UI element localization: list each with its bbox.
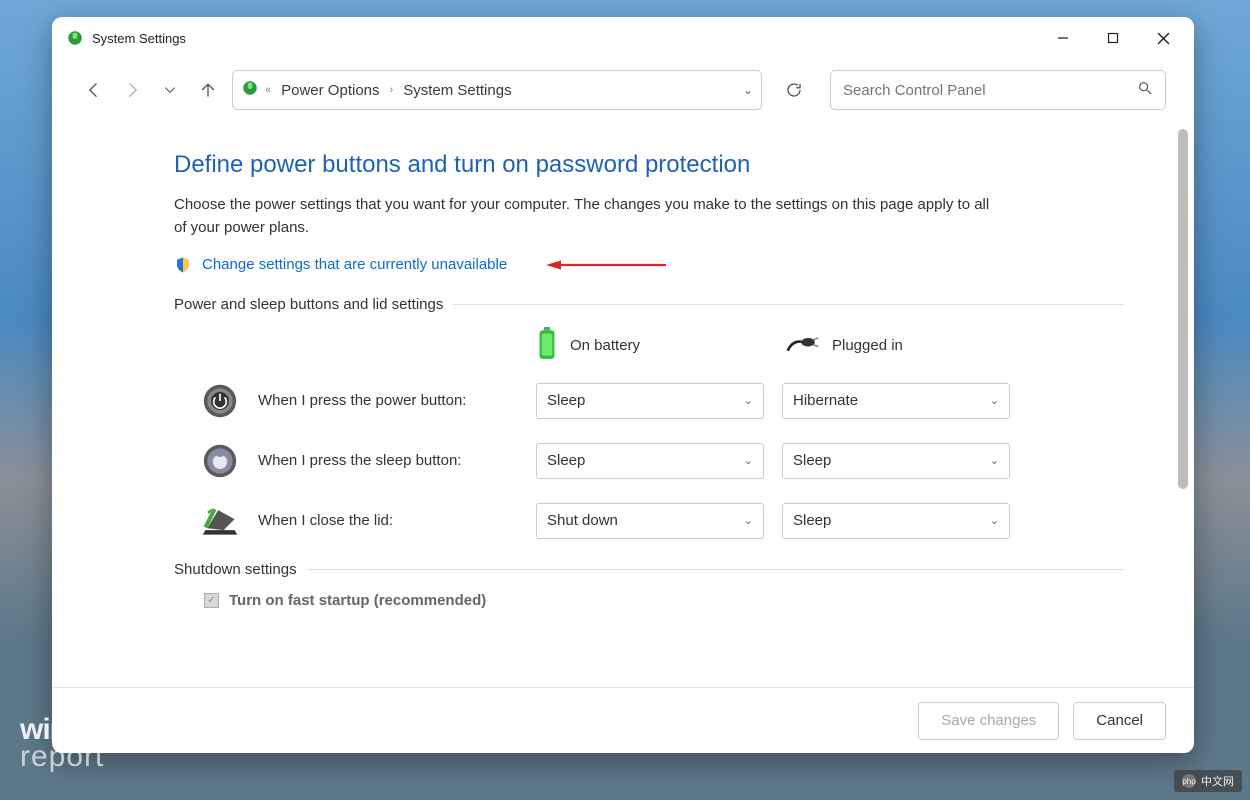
watermark-line1: windows	[20, 716, 140, 743]
window-title: System Settings	[92, 31, 186, 46]
scrollbar[interactable]	[1178, 129, 1188, 489]
forward-button[interactable]	[118, 76, 146, 104]
chevron-down-icon: ⌄	[744, 394, 753, 407]
recent-locations-button[interactable]	[156, 76, 184, 104]
select-sleep-plugged[interactable]: Sleep⌄	[782, 443, 1010, 479]
search-icon[interactable]	[1137, 80, 1153, 101]
sleep-button-icon	[200, 441, 240, 481]
row-lid-label: When I close the lid:	[258, 512, 536, 529]
plug-icon	[786, 332, 820, 360]
content-area: Define power buttons and turn on passwor…	[52, 121, 1194, 687]
page-heading: Define power buttons and turn on passwor…	[174, 151, 1124, 179]
fast-startup-label: Turn on fast startup (recommended)	[229, 592, 486, 609]
up-button[interactable]	[194, 76, 222, 104]
minimize-button[interactable]	[1038, 19, 1088, 57]
annotation-arrow-icon	[531, 259, 681, 271]
close-button[interactable]	[1138, 19, 1188, 57]
control-panel-window: System Settings « Power Options › System…	[52, 17, 1194, 753]
change-settings-row: Change settings that are currently unava…	[174, 256, 1124, 274]
select-sleep-battery[interactable]: Sleep⌄	[536, 443, 764, 479]
power-options-icon	[241, 79, 259, 102]
chevron-down-icon[interactable]: ⌄	[743, 83, 753, 97]
section-power-sleep: Power and sleep buttons and lid settings	[174, 296, 1124, 313]
col-plugged-in: Plugged in	[786, 332, 903, 360]
watermark: windows report	[20, 716, 140, 770]
section-label-text: Shutdown settings	[174, 561, 297, 578]
search-input[interactable]	[843, 82, 1137, 99]
power-options-icon	[66, 29, 84, 47]
chevron-down-icon: ⌄	[744, 454, 753, 467]
section-label-text: Power and sleep buttons and lid settings	[174, 296, 443, 313]
refresh-button[interactable]	[778, 74, 810, 106]
battery-icon	[536, 327, 558, 365]
chevron-down-icon: ⌄	[990, 394, 999, 407]
footer: Save changes Cancel	[52, 687, 1194, 753]
search-box[interactable]	[830, 70, 1166, 110]
row-power-button: When I press the power button: Sleep⌄ Hi…	[174, 381, 1124, 421]
save-changes-button[interactable]: Save changes	[918, 702, 1059, 740]
breadcrumb-system-settings[interactable]: System Settings	[399, 80, 515, 101]
php-badge-text: 中文网	[1201, 773, 1234, 789]
chevron-down-icon: ⌄	[744, 514, 753, 527]
page-description: Choose the power settings that you want …	[174, 193, 1004, 240]
breadcrumb-power-options[interactable]: Power Options	[277, 80, 383, 101]
col-plugged-label: Plugged in	[832, 337, 903, 354]
select-power-plugged[interactable]: Hibernate⌄	[782, 383, 1010, 419]
select-power-battery[interactable]: Sleep⌄	[536, 383, 764, 419]
laptop-lid-icon	[200, 501, 240, 541]
php-badge: php 中文网	[1174, 770, 1242, 792]
address-bar[interactable]: « Power Options › System Settings ⌄	[232, 70, 762, 110]
chevron-right-icon: ›	[390, 84, 394, 96]
maximize-button[interactable]	[1088, 19, 1138, 57]
power-button-icon	[200, 381, 240, 421]
chevron-down-icon: ⌄	[990, 514, 999, 527]
cancel-button[interactable]: Cancel	[1073, 702, 1166, 740]
row-sleep-label: When I press the sleep button:	[258, 452, 536, 469]
select-lid-battery[interactable]: Shut down⌄	[536, 503, 764, 539]
row-close-lid: When I close the lid: Shut down⌄ Sleep⌄	[174, 501, 1124, 541]
navigation-row: « Power Options › System Settings ⌄	[52, 59, 1194, 121]
section-shutdown: Shutdown settings	[174, 561, 1124, 578]
fast-startup-checkbox[interactable]: ✓	[204, 593, 219, 608]
php-icon: php	[1182, 774, 1196, 788]
titlebar: System Settings	[52, 17, 1194, 59]
col-battery-label: On battery	[570, 337, 640, 354]
breadcrumb-sep-icon: «	[265, 84, 271, 96]
col-on-battery: On battery	[536, 327, 786, 365]
back-button[interactable]	[80, 76, 108, 104]
row-sleep-button: When I press the sleep button: Sleep⌄ Sl…	[174, 441, 1124, 481]
change-settings-link[interactable]: Change settings that are currently unava…	[202, 256, 507, 273]
fast-startup-row: ✓ Turn on fast startup (recommended)	[174, 592, 1124, 609]
row-power-label: When I press the power button:	[258, 392, 536, 409]
column-headers: On battery Plugged in	[174, 327, 1124, 365]
shield-icon	[174, 256, 192, 274]
select-lid-plugged[interactable]: Sleep⌄	[782, 503, 1010, 539]
watermark-line2: report	[20, 743, 140, 770]
chevron-down-icon: ⌄	[990, 454, 999, 467]
